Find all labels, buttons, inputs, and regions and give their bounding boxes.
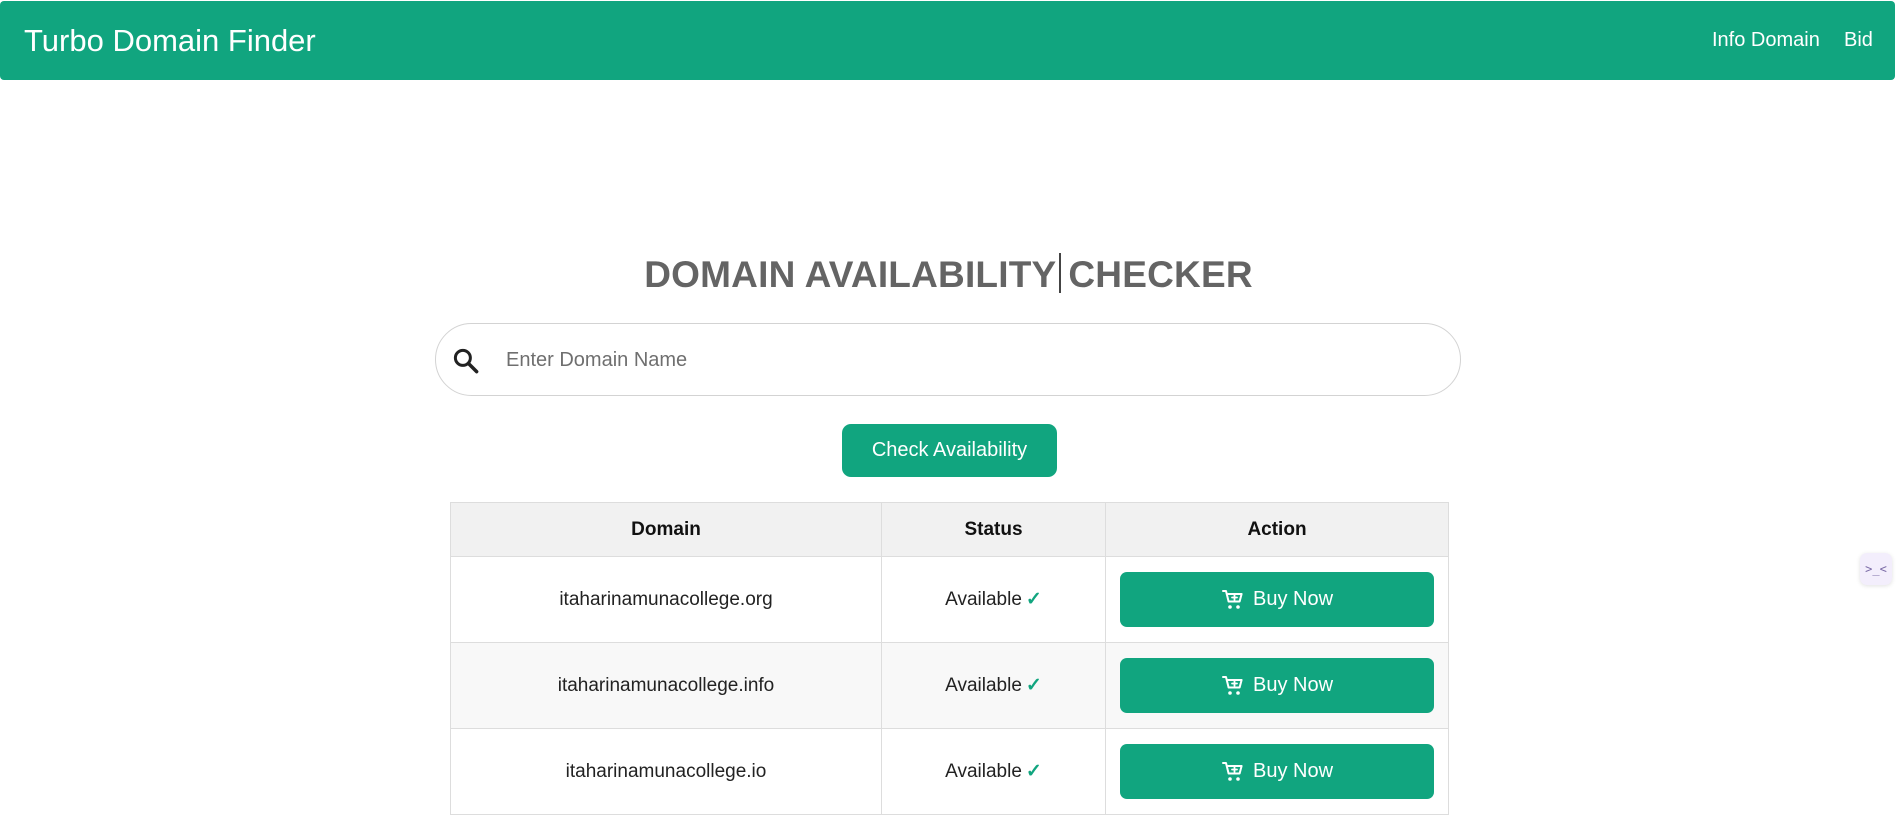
cart-icon	[1221, 589, 1243, 609]
domain-cell: itaharinamunacollege.info	[450, 642, 882, 729]
status-text: Available	[945, 589, 1022, 610]
page-title-part1: DOMAIN AVAILABILITY	[644, 254, 1057, 295]
header-status: Status	[881, 502, 1106, 557]
text-caret	[1059, 253, 1062, 293]
domain-search-input[interactable]	[504, 338, 1428, 382]
buy-now-label: Buy Now	[1252, 588, 1334, 610]
header-action: Action	[1105, 502, 1449, 557]
assistant-widget-icon[interactable]: >_<	[1860, 553, 1892, 585]
domain-cell: itaharinamunacollege.org	[450, 556, 882, 643]
nav-link-info-domain[interactable]: Info Domain	[1712, 29, 1820, 52]
top-navbar: Turbo Domain Finder Info Domain Bid	[0, 1, 1895, 80]
header-domain: Domain	[450, 502, 882, 557]
table-row: itaharinamunacollege.io Available ✓ Buy N…	[450, 728, 1449, 815]
cart-icon	[1221, 761, 1243, 781]
check-icon: ✓	[1025, 589, 1042, 610]
action-cell: Buy Now	[1105, 556, 1449, 643]
status-cell: Available ✓	[881, 556, 1106, 643]
search-icon	[453, 348, 479, 374]
page-title: DOMAIN AVAILABILITY CHECKER	[0, 253, 1897, 296]
check-availability-button[interactable]: Check Availability	[842, 424, 1057, 477]
status-text: Available	[945, 761, 1022, 782]
page-title-part2: CHECKER	[1068, 254, 1253, 295]
nav-link-bid[interactable]: Bid	[1844, 29, 1873, 52]
buy-now-button[interactable]: Buy Now	[1120, 744, 1434, 799]
table-row: itaharinamunacollege.info Available ✓ Buy…	[450, 642, 1449, 729]
status-text: Available	[945, 675, 1022, 696]
status-cell: Available ✓	[881, 728, 1106, 815]
action-cell: Buy Now	[1105, 728, 1449, 815]
results-table: Domain Status Action itaharinamunacolleg…	[450, 502, 1449, 815]
domain-cell: itaharinamunacollege.io	[450, 728, 882, 815]
check-icon: ✓	[1025, 675, 1042, 696]
buy-now-button[interactable]: Buy Now	[1120, 572, 1434, 627]
buy-now-button[interactable]: Buy Now	[1120, 658, 1434, 713]
brand-title[interactable]: Turbo Domain Finder	[24, 23, 316, 59]
search-box[interactable]	[435, 323, 1461, 396]
buy-now-label: Buy Now	[1252, 760, 1334, 782]
table-header-row: Domain Status Action	[450, 502, 1449, 557]
action-cell: Buy Now	[1105, 642, 1449, 729]
status-cell: Available ✓	[881, 642, 1106, 729]
buy-now-label: Buy Now	[1252, 674, 1334, 696]
cart-icon	[1221, 675, 1243, 695]
table-row: itaharinamunacollege.org Available ✓ Buy …	[450, 556, 1449, 643]
check-icon: ✓	[1025, 761, 1042, 782]
